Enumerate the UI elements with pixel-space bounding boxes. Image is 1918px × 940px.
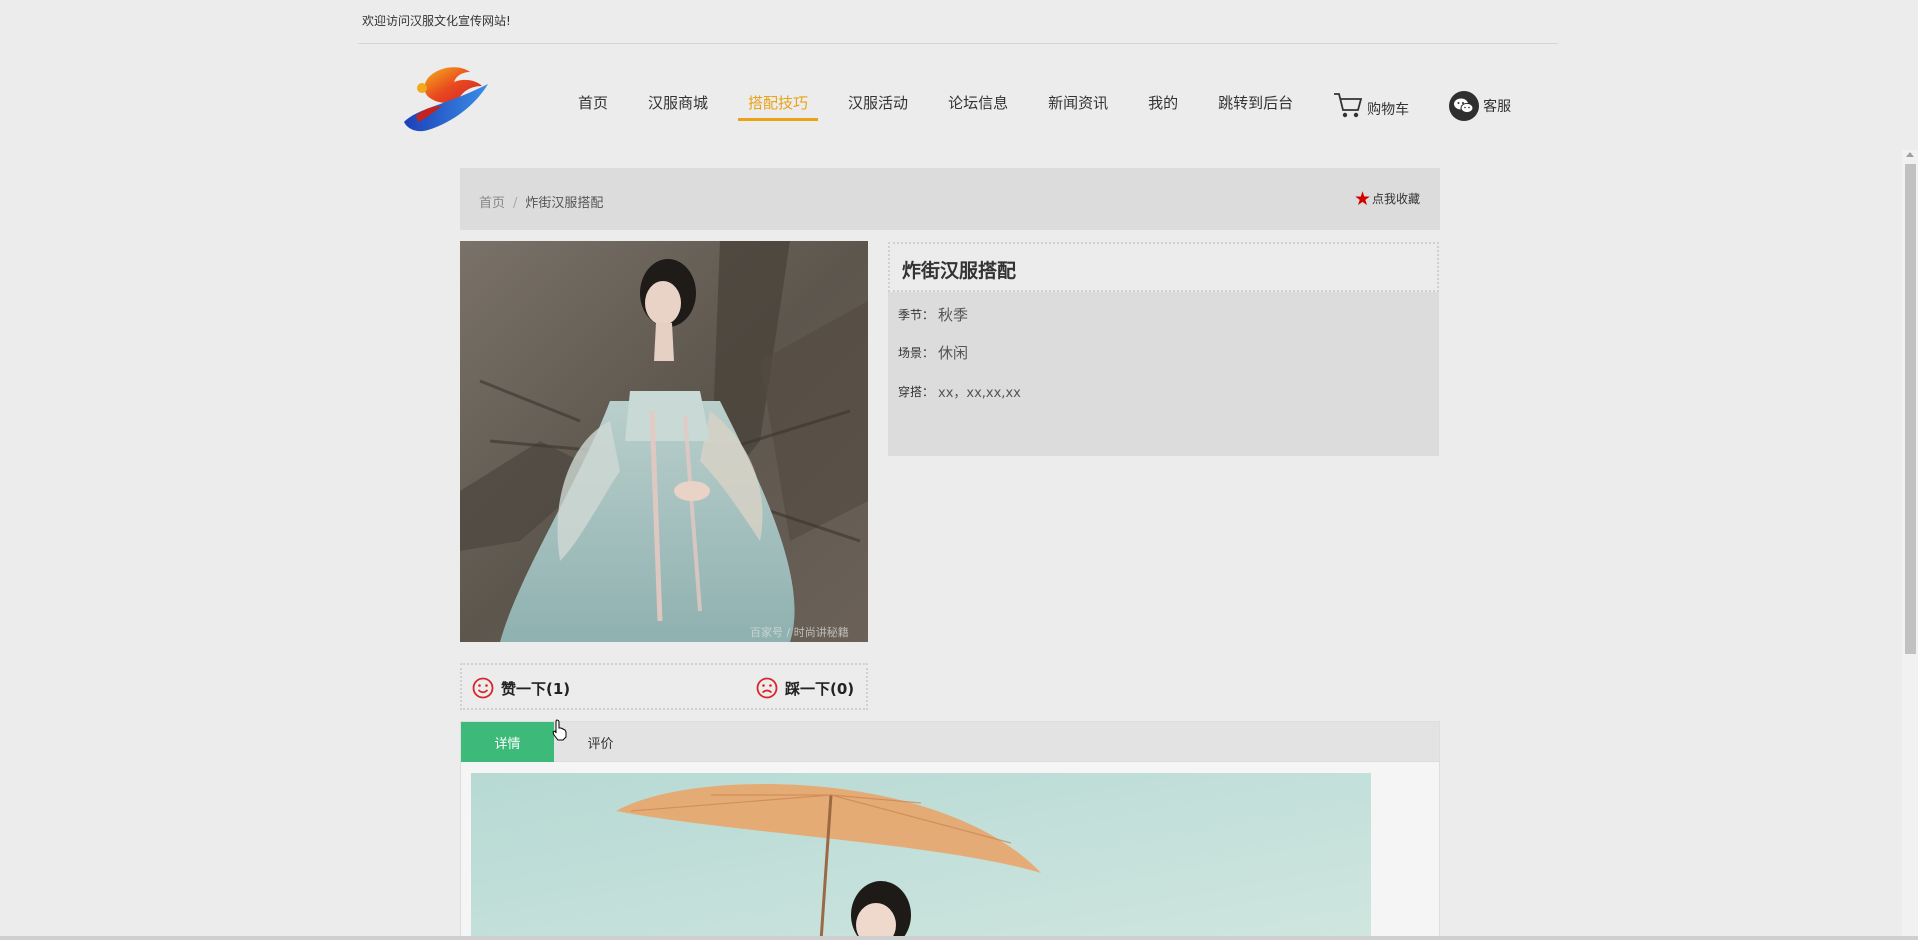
cart-label: 购物车	[1367, 101, 1410, 118]
wechat-icon	[1449, 90, 1480, 121]
window-bottom-edge	[0, 936, 1918, 940]
field-scene-value: 休闲	[938, 344, 969, 362]
nav-item-activities[interactable]: 汉服活动	[848, 92, 908, 121]
breadcrumb-current: 炸街汉服搭配	[525, 196, 604, 211]
top-bar: 欢迎访问汉服文化宣传网站!	[358, 0, 1558, 44]
field-season-value: 秋季	[938, 306, 969, 324]
smile-icon	[472, 677, 494, 699]
tab-details[interactable]: 详情	[461, 722, 554, 762]
favorite-button[interactable]: ★ 点我收藏	[1353, 187, 1420, 210]
favorite-label: 点我收藏	[1371, 192, 1420, 206]
detail-tabs: 详情 评价	[460, 721, 1440, 940]
site-header: 首页 汉服商城 搭配技巧 汉服活动 论坛信息 新闻资讯 我的 跳转到后台 购物车	[358, 44, 1558, 164]
field-outfit-value: xx，xx,xx,xx	[938, 386, 1021, 401]
field-scene: 场景： 休闲	[898, 342, 1439, 363]
cart-link[interactable]: 购物车	[1333, 91, 1409, 119]
field-scene-key: 场景：	[898, 346, 935, 360]
nav-item-mine[interactable]: 我的	[1148, 92, 1178, 121]
like-label: 赞一下(1)	[501, 679, 571, 698]
scroll-up-arrow-icon[interactable]	[1906, 152, 1914, 157]
mouse-cursor-icon	[552, 719, 568, 745]
service-label: 客服	[1483, 98, 1512, 115]
page-scrollbar[interactable]	[1902, 150, 1918, 940]
cart-icon	[1334, 92, 1363, 117]
scrollbar-thumb[interactable]	[1905, 164, 1916, 654]
breadcrumb-home[interactable]: 首页	[479, 196, 505, 211]
outfit-title: 炸街汉服搭配	[888, 242, 1439, 292]
svg-text:百家号 / 时尚讲秘籍: 百家号 / 时尚讲秘籍	[750, 625, 849, 639]
vote-bar: 赞一下(1) 踩一下(0)	[460, 663, 868, 710]
main-nav: 首页 汉服商城 搭配技巧 汉服活动 论坛信息 新闻资讯 我的 跳转到后台 购物车	[578, 90, 1512, 121]
nav-item-shop[interactable]: 汉服商城	[648, 92, 708, 121]
breadcrumb: 首页 / 炸街汉服搭配	[479, 192, 603, 211]
nav-item-home[interactable]: 首页	[578, 92, 608, 121]
detail-image	[471, 773, 1371, 940]
tab-row: 详情 评价	[461, 722, 1439, 762]
frown-icon	[756, 677, 778, 699]
customer-service-link[interactable]: 客服	[1449, 90, 1512, 121]
field-outfit: 穿搭： xx，xx,xx,xx	[898, 382, 1439, 401]
nav-item-matching-tips[interactable]: 搭配技巧	[738, 92, 819, 121]
dislike-label: 踩一下(0)	[785, 679, 855, 698]
nav-item-forum[interactable]: 论坛信息	[948, 92, 1008, 121]
like-button[interactable]: 赞一下(1)	[472, 677, 570, 699]
dislike-button[interactable]: 踩一下(0)	[756, 677, 854, 699]
breadcrumb-bar: 首页 / 炸街汉服搭配 ★ 点我收藏	[460, 168, 1440, 230]
outfit-info-panel: 炸街汉服搭配 季节： 秋季 场景： 休闲 穿搭： xx，xx,xx,xx	[888, 242, 1439, 456]
star-icon: ★	[1353, 187, 1371, 210]
brand-logo-icon[interactable]	[398, 60, 492, 138]
field-season: 季节： 秋季	[898, 304, 1439, 325]
field-outfit-key: 穿搭：	[898, 385, 935, 399]
nav-item-news[interactable]: 新闻资讯	[1048, 92, 1108, 121]
field-season-key: 季节：	[898, 308, 935, 322]
outfit-photo: 百家号 / 时尚讲秘籍	[460, 241, 868, 642]
welcome-text: 欢迎访问汉服文化宣传网站!	[362, 14, 511, 28]
breadcrumb-separator: /	[513, 196, 518, 211]
nav-item-admin[interactable]: 跳转到后台	[1218, 92, 1293, 121]
